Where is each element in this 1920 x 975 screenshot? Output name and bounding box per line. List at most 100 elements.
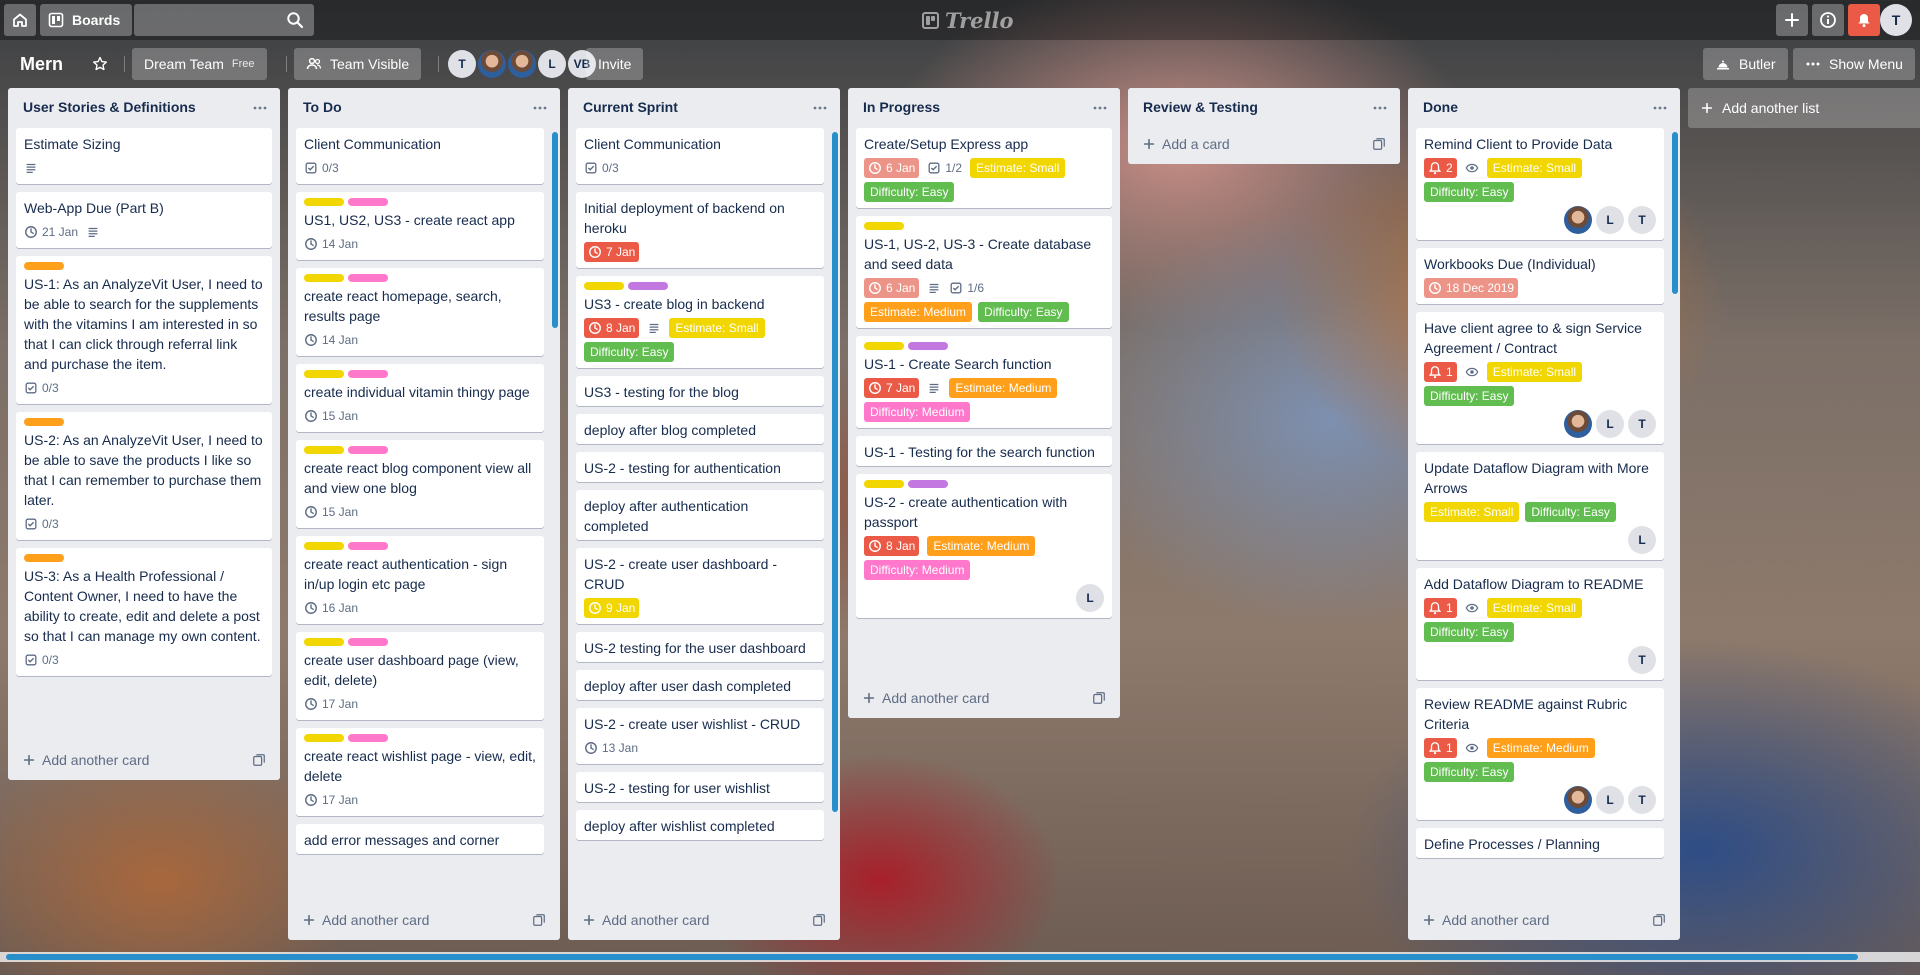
list-header[interactable]: Review & Testing [1128,88,1400,128]
card-member-avatar[interactable]: L [1076,584,1104,612]
card[interactable]: Workbooks Due (Individual) 18 Dec 2019 [1416,248,1664,304]
list-menu-button[interactable] [1648,96,1672,120]
due-date-badge[interactable]: 17 Jan [304,790,358,810]
due-date-badge[interactable]: 13 Jan [584,738,638,758]
card[interactable]: Client Communication 0/3 [296,128,544,184]
add-card-button[interactable]: Add another card [16,744,272,776]
label-yellow[interactable] [304,370,344,378]
list-menu-button[interactable] [528,96,552,120]
notifications-button[interactable] [1848,4,1880,36]
card-member-avatar[interactable]: T [1628,410,1656,438]
label-orange[interactable] [24,554,64,562]
card-member-avatar[interactable]: L [1596,410,1624,438]
label-orange[interactable] [24,418,64,426]
label-purple[interactable] [908,342,948,350]
add-card-button[interactable]: Add another card [296,904,552,936]
card[interactable]: Estimate Sizing [16,128,272,184]
create-button[interactable] [1776,4,1808,36]
list-title[interactable]: Review & Testing [1143,99,1258,115]
card[interactable]: Add Dataflow Diagram to README 1 Estimat… [1416,568,1664,680]
due-date-badge[interactable]: 7 Jan [584,242,640,262]
card[interactable]: Have client agree to & sign Service Agre… [1416,312,1664,444]
add-card-button[interactable]: Add a card [1136,128,1392,160]
home-button[interactable] [4,4,36,36]
user-avatar[interactable]: T [1880,4,1912,36]
list-scrollbar[interactable] [1672,132,1678,294]
card[interactable]: create react blog component view all and… [296,440,544,528]
trello-logo[interactable]: Trello [922,8,1014,33]
card[interactable]: create react homepage, search, results p… [296,268,544,356]
list-menu-button[interactable] [1368,96,1392,120]
label-yellow[interactable] [864,342,904,350]
label-yellow[interactable] [304,542,344,550]
card[interactable]: US-2 - testing for user wishlist [576,772,824,802]
butler-button[interactable]: Butler [1703,48,1788,80]
invite-button[interactable]: Invite [586,48,644,80]
due-date-badge[interactable]: 8 Jan [584,318,640,338]
card[interactable]: deploy after blog completed [576,414,824,444]
card[interactable]: US3 - create blog in backend 8 Jan Estim… [576,276,824,368]
due-date-badge[interactable]: 6 Jan [864,278,920,298]
board-scrollbar[interactable] [6,954,1858,960]
card-member-avatar[interactable]: T [1628,646,1656,674]
card-member-avatar[interactable]: T [1628,206,1656,234]
due-date-badge[interactable]: 14 Jan [304,330,358,350]
show-menu-button[interactable]: Show Menu [1793,48,1915,80]
card[interactable]: Review README against Rubric Criteria 1 … [1416,688,1664,820]
card[interactable]: Web-App Due (Part B) 21 Jan [16,192,272,248]
boards-button[interactable]: Boards [40,4,132,36]
list-title[interactable]: User Stories & Definitions [23,99,196,115]
visibility-button[interactable]: Team Visible [294,48,422,80]
card[interactable]: US-3: As a Health Professional / Content… [16,548,272,676]
card[interactable]: US-1, US-2, US-3 - Create database and s… [856,216,1112,328]
card[interactable]: Update Dataflow Diagram with More Arrows… [1416,452,1664,560]
list-title[interactable]: In Progress [863,99,940,115]
label-orange[interactable] [24,262,64,270]
card[interactable]: deploy after wishlist completed [576,810,824,840]
label-yellow[interactable] [864,480,904,488]
due-date-badge[interactable]: 9 Jan [584,598,640,618]
team-button[interactable]: Dream Team Free [132,48,267,80]
add-card-button[interactable]: Add another card [1416,904,1672,936]
list-scrollbar[interactable] [832,132,838,812]
label-yellow[interactable] [304,198,344,206]
info-button[interactable] [1812,4,1844,36]
list-header[interactable]: User Stories & Definitions [8,88,280,128]
due-date-badge[interactable]: 16 Jan [304,598,358,618]
card-member-avatar[interactable]: L [1596,206,1624,234]
card-member-avatar[interactable]: L [1596,786,1624,814]
label-purple[interactable] [908,480,948,488]
card-member-avatar[interactable]: T [1628,786,1656,814]
due-date-badge[interactable]: 21 Jan [24,222,78,242]
label-yellow[interactable] [304,638,344,646]
card[interactable]: US-2 - create authentication with passpo… [856,474,1112,618]
add-list-button[interactable]: Add another list [1688,88,1920,128]
template-icon[interactable] [252,753,266,767]
label-yellow[interactable] [864,222,904,230]
label-yellow[interactable] [304,274,344,282]
list-header[interactable]: Current Sprint [568,88,840,128]
due-date-badge[interactable]: 15 Jan [304,502,358,522]
card[interactable]: add error messages and corner [296,824,544,854]
card[interactable]: create individual vitamin thingy page 15… [296,364,544,432]
card[interactable]: Define Processes / Planning [1416,828,1664,858]
list-title[interactable]: To Do [303,99,342,115]
template-icon[interactable] [1652,913,1666,927]
search-icon[interactable] [286,11,304,29]
due-date-badge[interactable]: 8 Jan [864,536,920,556]
card[interactable]: create user dashboard page (view, edit, … [296,632,544,720]
card[interactable]: Create/Setup Express app 6 Jan 1/2 Estim… [856,128,1112,208]
card[interactable]: create react wishlist page - view, edit,… [296,728,544,816]
member-avatar-photo[interactable] [508,50,536,78]
label-pink[interactable] [348,446,388,454]
star-board-button[interactable] [84,48,116,80]
card[interactable]: US-1 - Testing for the search function [856,436,1112,466]
card-member-avatar-photo[interactable] [1564,206,1592,234]
label-yellow[interactable] [304,446,344,454]
template-icon[interactable] [812,913,826,927]
due-date-badge[interactable]: 15 Jan [304,406,358,426]
card[interactable]: deploy after authentication completed [576,490,824,540]
due-date-badge[interactable]: 14 Jan [304,234,358,254]
due-date-badge[interactable]: 17 Jan [304,694,358,714]
card[interactable]: US-2 - create user dashboard - CRUD 9 Ja… [576,548,824,624]
